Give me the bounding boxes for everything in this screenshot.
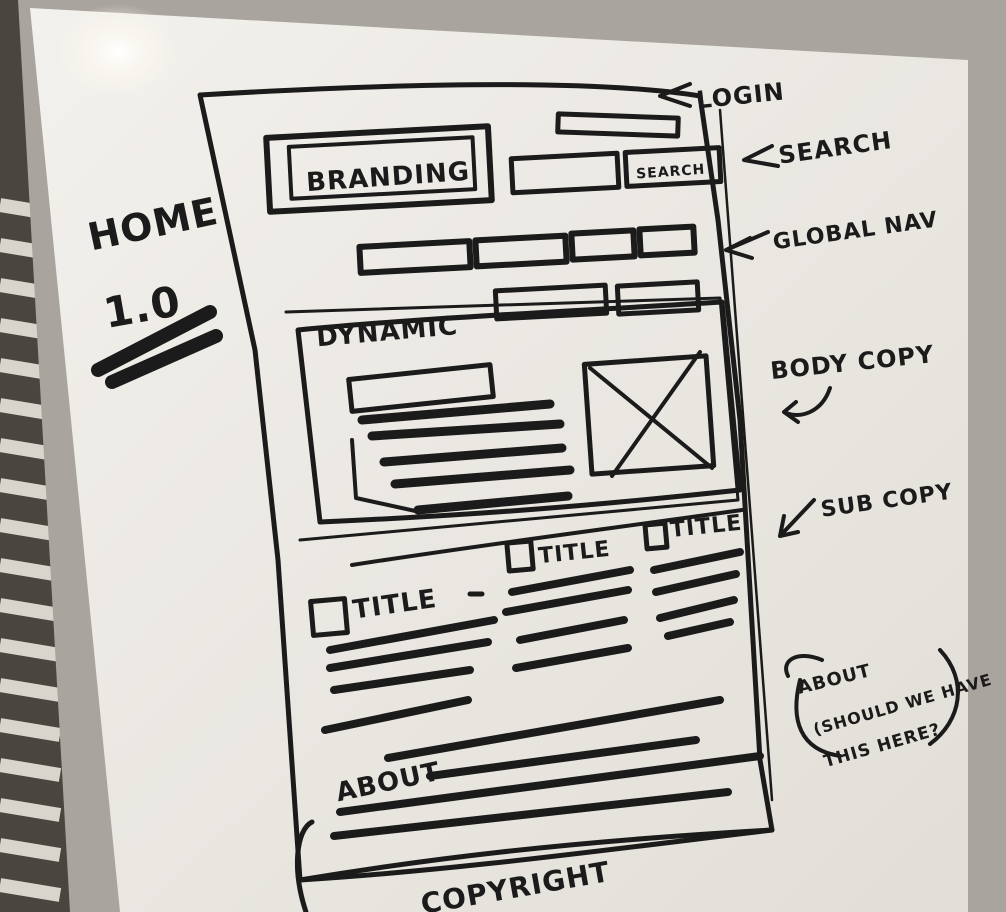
light-glare (56, 4, 180, 100)
whiteboard-photo: HOME 1.0 LOGIN SEARCH GLOBAL NAV BODY CO… (0, 0, 1006, 912)
